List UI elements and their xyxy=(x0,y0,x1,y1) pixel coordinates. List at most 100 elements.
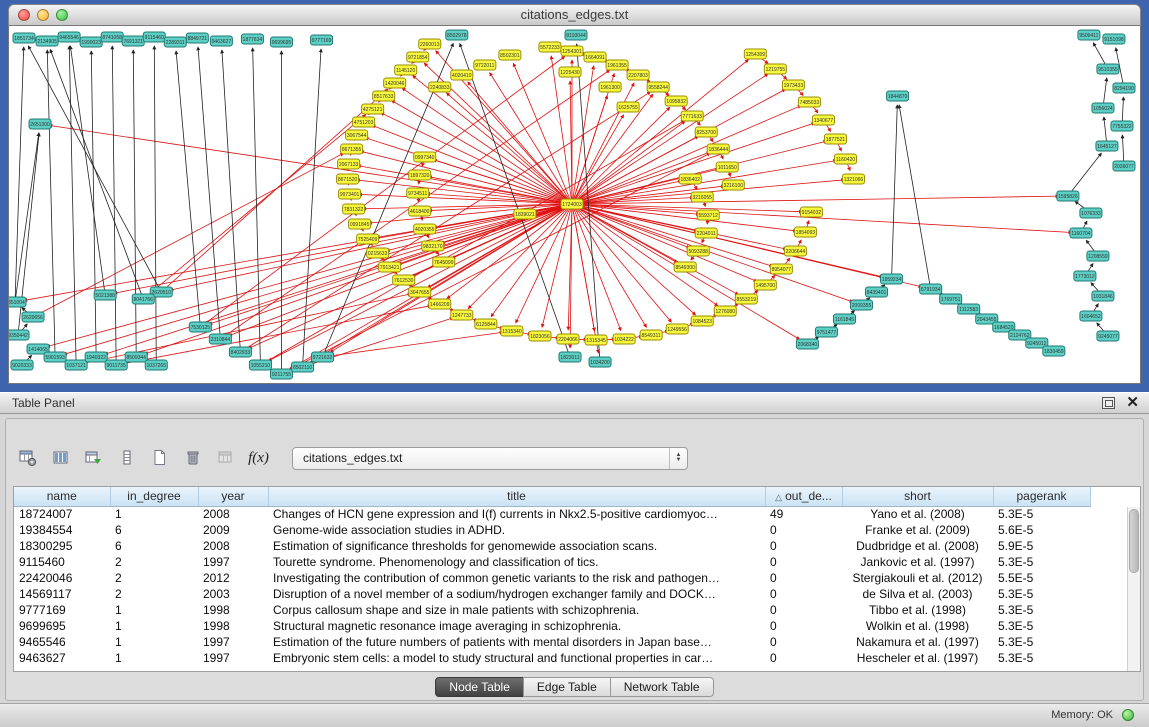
graph-node[interactable]: 8502110 xyxy=(291,362,313,372)
table-cell[interactable]: de Silva et al. (2003) xyxy=(842,586,993,602)
graph-node[interactable]: 1315345 xyxy=(585,335,607,345)
table-cell[interactable]: 18300295 xyxy=(14,538,110,554)
graph-node[interactable]: 1225430 xyxy=(559,67,581,77)
table-cell[interactable]: 18724007 xyxy=(14,506,110,522)
table-cell[interactable]: 2 xyxy=(110,554,198,570)
column-header-title[interactable]: title xyxy=(268,487,765,506)
table-cell[interactable]: 5.3E-5 xyxy=(993,554,1090,570)
column-header-year[interactable]: year xyxy=(198,487,268,506)
table-cell[interactable]: 5.3E-5 xyxy=(993,602,1090,618)
graph-node[interactable]: 2651300 xyxy=(29,119,51,129)
graph-node[interactable]: 1219755 xyxy=(764,64,786,74)
graph-node[interactable]: 1773012 xyxy=(1074,271,1096,281)
table-cell[interactable]: 0 xyxy=(765,586,842,602)
float-window-icon[interactable] xyxy=(1102,397,1115,409)
graph-edge[interactable] xyxy=(899,105,931,289)
graph-node[interactable]: 9245077 xyxy=(1097,331,1119,341)
table-cell[interactable]: 2009 xyxy=(198,522,268,538)
graph-node[interactable]: 1034222 xyxy=(613,334,635,344)
graph-node[interactable]: 1055210 xyxy=(249,360,271,370)
table-cell[interactable]: 0 xyxy=(765,634,842,650)
graph-node[interactable]: 5593712 xyxy=(697,210,719,220)
graph-node[interactable]: 0215633 xyxy=(367,248,389,258)
table-select[interactable]: citations_edges.txt ▲▼ xyxy=(292,447,688,470)
graph-node[interactable]: 1076333 xyxy=(1080,208,1102,218)
graph-node[interactable]: 2206644 xyxy=(784,246,806,256)
graph-edge[interactable] xyxy=(69,46,76,365)
graph-edge[interactable] xyxy=(572,204,677,263)
graph-node[interactable]: 9463627 xyxy=(210,36,232,46)
graph-node[interactable]: 8193044 xyxy=(565,30,587,40)
graph-node[interactable]: 8509344 xyxy=(125,352,147,362)
network-canvas[interactable]: 1851734213490594655461990023874105876913… xyxy=(8,26,1141,384)
table-row[interactable]: 1456911722003Disruption of a novel membe… xyxy=(14,586,1090,602)
graph-edge[interactable] xyxy=(572,115,624,204)
table-cell[interactable]: 6 xyxy=(110,522,198,538)
graph-node[interactable]: 1877634 xyxy=(241,34,263,44)
table-cell[interactable]: 1998 xyxy=(198,602,268,618)
import-table-button[interactable] xyxy=(212,445,239,471)
graph-edge[interactable] xyxy=(15,133,39,302)
graph-node[interactable]: 9350442 xyxy=(9,330,29,340)
table-cell[interactable]: Jankovic et al. (1997) xyxy=(842,554,993,570)
graph-node[interactable]: 3216055 xyxy=(691,192,713,202)
tab-node-table[interactable]: Node Table xyxy=(435,677,524,697)
table-panel-header[interactable]: Table Panel ✕ xyxy=(0,392,1149,414)
graph-node[interactable]: 1961300 xyxy=(599,82,621,92)
table-cell[interactable]: 1 xyxy=(110,650,198,666)
graph-node[interactable]: 1254309 xyxy=(744,49,766,59)
graph-edge[interactable] xyxy=(49,125,572,204)
graph-node[interactable]: 8849721 xyxy=(186,33,208,43)
graph-node[interactable]: 8041766 xyxy=(132,294,154,304)
graph-node[interactable]: 1145120 xyxy=(395,65,417,75)
table-cell[interactable]: Dudbridge et al. (2008) xyxy=(842,538,993,554)
table-row[interactable]: 911546021997Tourette syndrome. Phenomeno… xyxy=(14,554,1090,570)
graph-node[interactable]: 2036077 xyxy=(1113,161,1135,171)
graph-edge[interactable] xyxy=(516,204,572,323)
graph-node[interactable]: 2204066 xyxy=(557,334,579,344)
graph-edge[interactable] xyxy=(542,204,572,327)
close-button[interactable] xyxy=(18,9,30,21)
graph-node[interactable]: 9211755 xyxy=(270,369,292,379)
graph-node[interactable]: 8549300 xyxy=(674,262,696,272)
delete-table-button[interactable] xyxy=(179,445,206,471)
table-cell[interactable]: 1997 xyxy=(198,634,268,650)
table-cell[interactable]: 0 xyxy=(765,602,842,618)
graph-node[interactable]: 8502301 xyxy=(499,50,521,60)
graph-node[interactable]: 4020410 xyxy=(451,70,473,80)
graph-node[interactable]: 8517633 xyxy=(373,91,395,101)
graph-node[interactable]: 1851734 xyxy=(13,33,35,43)
graph-edge[interactable] xyxy=(572,204,757,282)
column-header-out_de[interactable]: △out_de... xyxy=(765,487,842,506)
table-cell[interactable]: 0 xyxy=(765,570,842,586)
table-cell[interactable]: Yano et al. (2008) xyxy=(842,506,993,522)
graph-node[interactable]: 9699695 xyxy=(270,37,292,47)
graph-node[interactable]: 2204011 xyxy=(695,228,717,238)
table-cell[interactable]: Nakamura et al. (1997) xyxy=(842,634,993,650)
network-window-titlebar[interactable]: citations_edges.txt xyxy=(8,4,1141,26)
graph-node[interactable]: 1095832 xyxy=(665,96,687,106)
graph-node[interactable]: 1011650 xyxy=(716,162,738,172)
graph-edge[interactable] xyxy=(281,153,710,374)
graph-node[interactable]: 1321066 xyxy=(842,174,864,184)
graph-node[interactable]: 7913421 xyxy=(379,262,401,272)
graph-edge[interactable] xyxy=(176,51,200,327)
table-cell[interactable]: Tibbo et al. (1998) xyxy=(842,602,993,618)
graph-node[interactable]: 1315340 xyxy=(501,326,523,336)
table-row[interactable]: 2242004622012Investigating the contribut… xyxy=(14,570,1090,586)
graph-node[interactable]: 7831322 xyxy=(343,204,365,214)
graph-node[interactable]: 1724003 xyxy=(561,199,583,209)
graph-edge[interactable] xyxy=(70,46,105,295)
graph-node[interactable]: 5572233 xyxy=(539,42,561,52)
table-cell[interactable]: 0 xyxy=(765,650,842,666)
graph-edge[interactable] xyxy=(572,204,696,315)
graph-node[interactable]: 1160704 xyxy=(1070,228,1092,238)
table-cell[interactable]: Wolkin et al. (1998) xyxy=(842,618,993,634)
vertical-scrollbar[interactable] xyxy=(1127,507,1140,671)
graph-node[interactable]: 2067133 xyxy=(338,159,360,169)
table-row[interactable]: 946362711997Embryonic stem cells: a mode… xyxy=(14,650,1090,666)
graph-edge[interactable] xyxy=(303,49,322,367)
graph-node[interactable]: 1160420 xyxy=(834,154,856,164)
graph-node[interactable]: 1161845 xyxy=(833,314,855,324)
graph-node[interactable]: 9510355 xyxy=(1097,64,1119,74)
